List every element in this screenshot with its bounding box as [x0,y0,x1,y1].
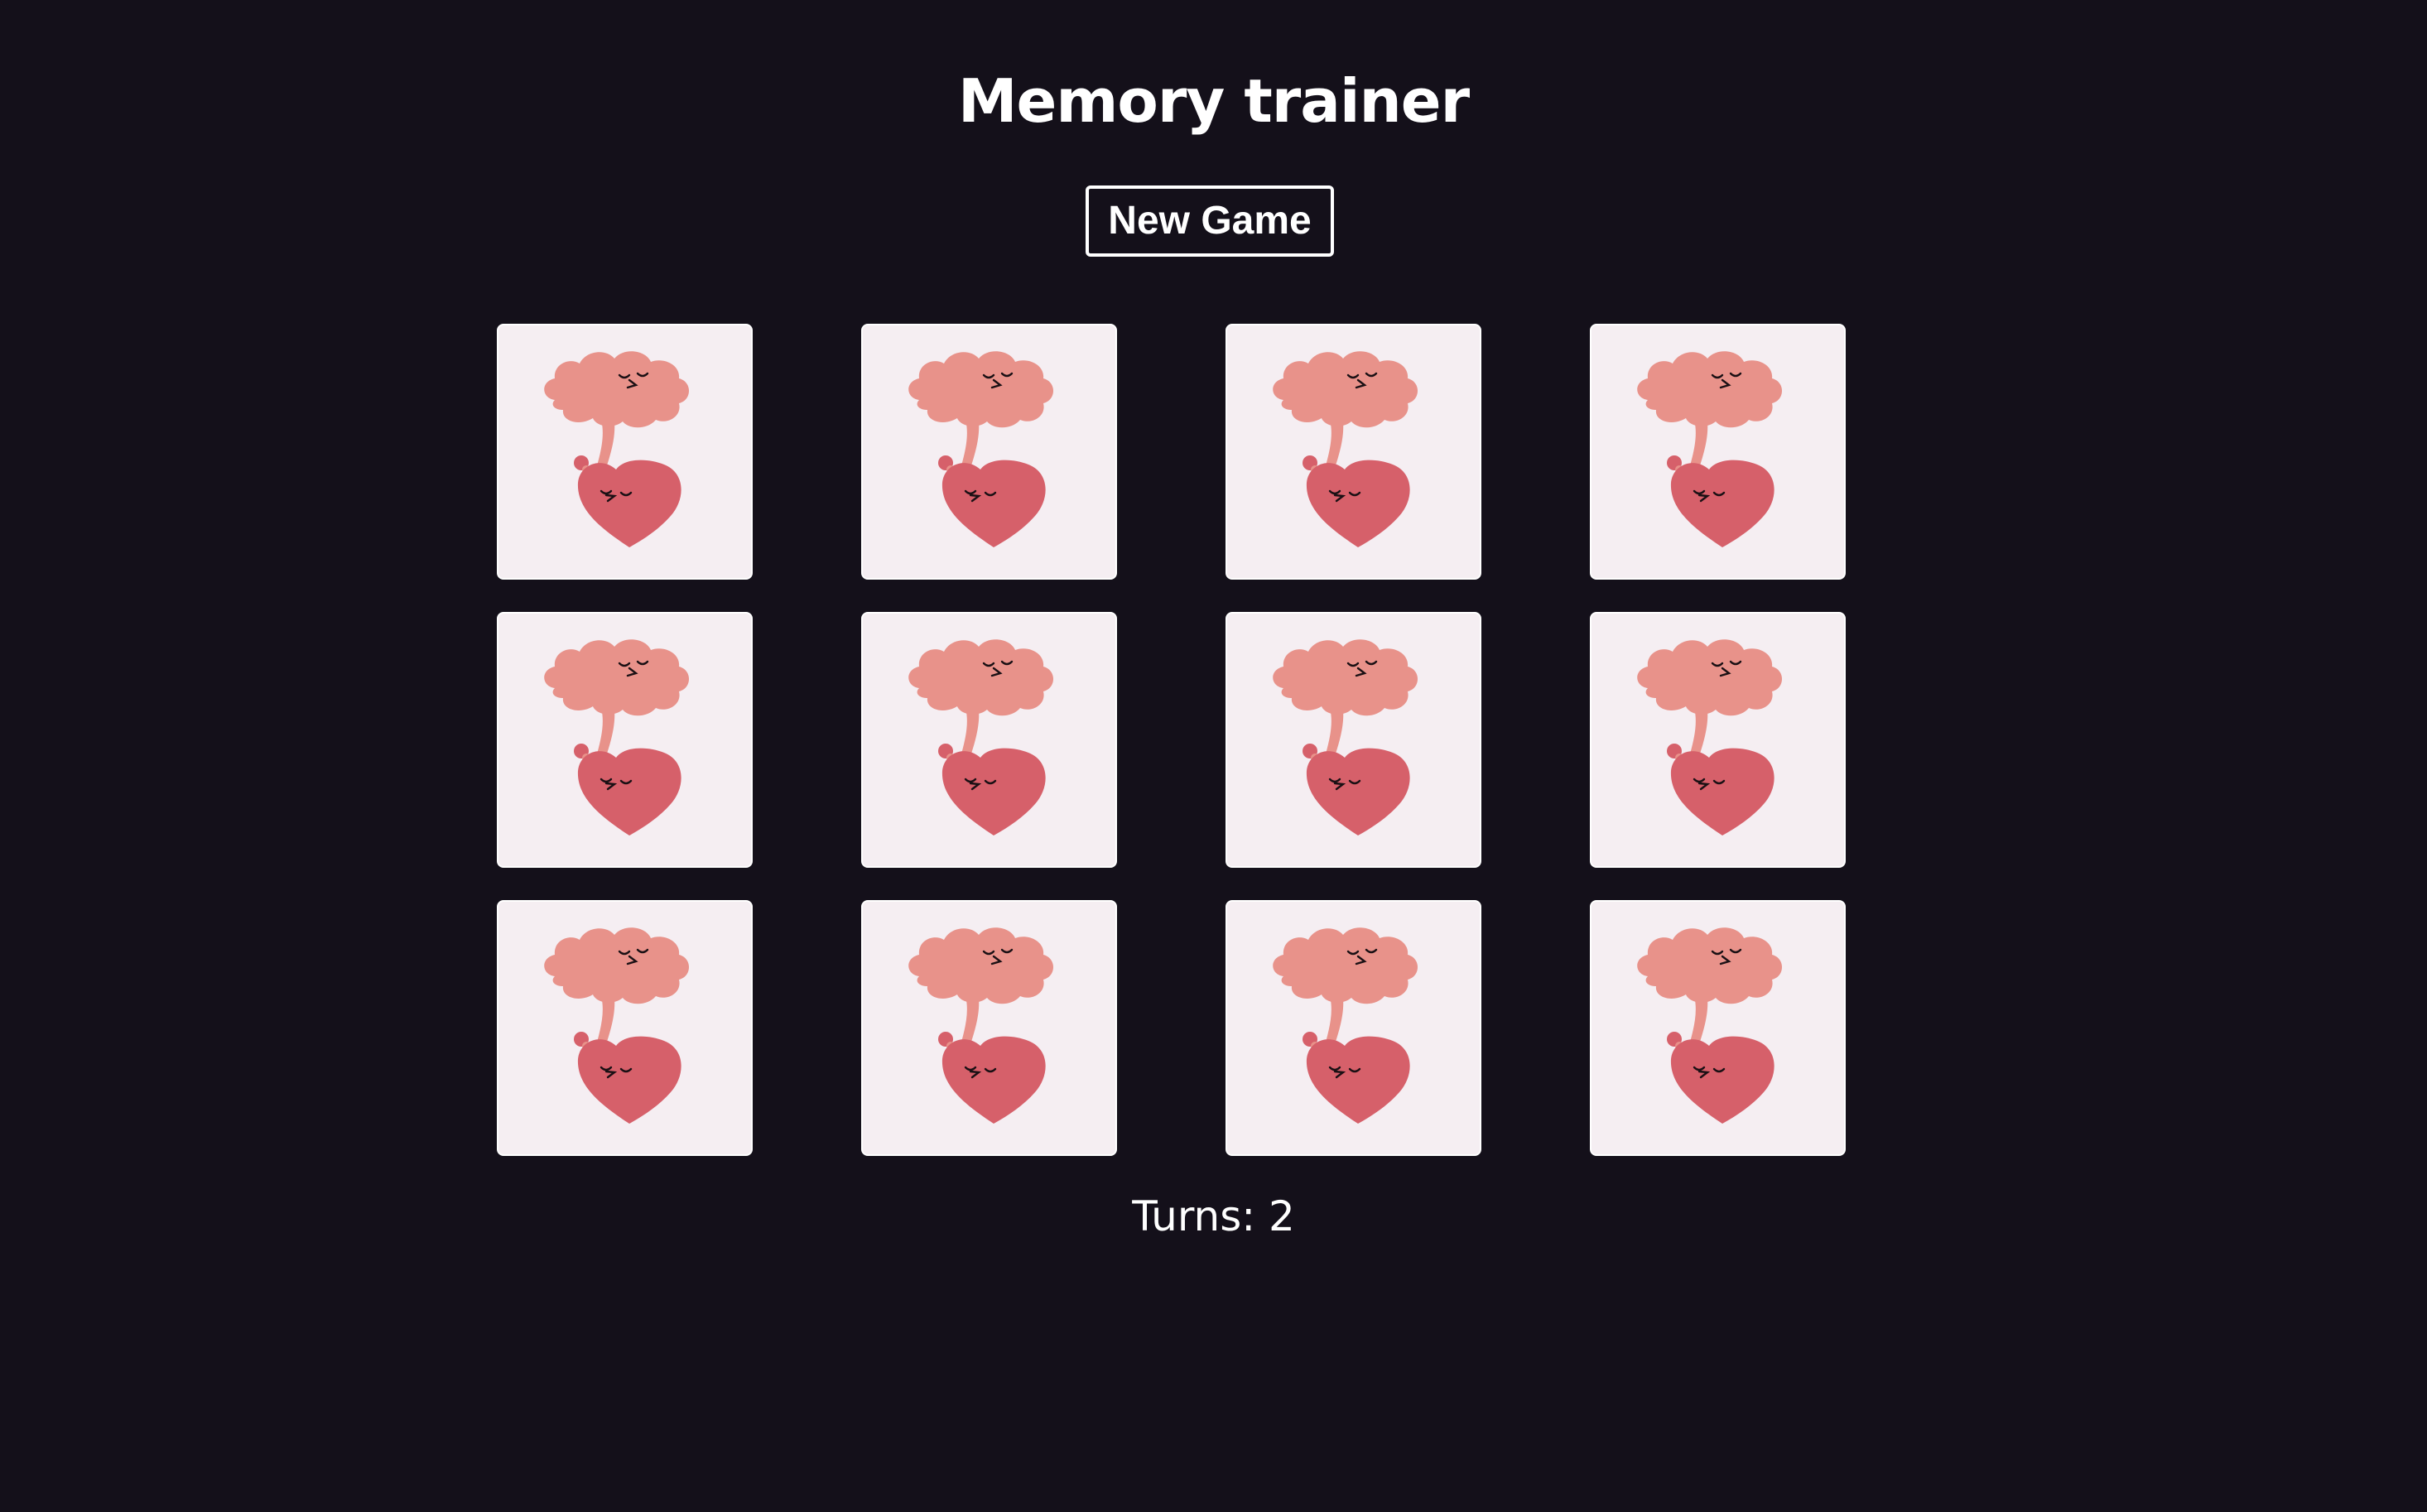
heart-shape [1670,748,1775,835]
brain-shape [908,927,1053,1059]
brain-heart-icon [1615,917,1822,1140]
brain-heart-icon [1615,628,1822,852]
brain-heart-icon [522,628,729,852]
brain-shape [1272,350,1418,483]
heart-shape [577,748,681,835]
heart-shape [941,1036,1046,1124]
brain-heart-icon [1250,917,1457,1140]
heart-shape [1670,460,1775,547]
brain-heart-icon [886,628,1093,852]
brain-shape [908,350,1053,483]
heart-shape [941,460,1046,547]
brain-shape [543,638,689,771]
card-11[interactable] [1226,900,1481,1156]
brain-shape [1636,350,1782,483]
heart-shape [1306,460,1410,547]
brain-shape [543,350,689,483]
card-4[interactable] [1590,324,1846,580]
brain-shape [1272,927,1418,1059]
card-9[interactable] [497,900,753,1156]
brain-shape [908,638,1053,771]
brain-heart-icon [522,340,729,564]
brain-heart-icon [886,340,1093,564]
card-12[interactable] [1590,900,1846,1156]
brain-shape [543,927,689,1059]
heart-shape [577,460,681,547]
brain-heart-icon [522,917,729,1140]
card-5[interactable] [497,612,753,868]
brain-heart-icon [1615,340,1822,564]
card-2[interactable] [861,324,1117,580]
heart-shape [1670,1036,1775,1124]
brain-shape [1636,927,1782,1059]
card-3[interactable] [1226,324,1481,580]
brain-heart-icon [886,917,1093,1140]
page-title: Memory trainer [957,66,1470,136]
card-10[interactable] [861,900,1117,1156]
card-6[interactable] [861,612,1117,868]
turns-counter: Turns: 2 [1132,1192,1295,1240]
card-grid [497,324,1847,1156]
brain-shape [1272,638,1418,771]
brain-heart-icon [1250,340,1457,564]
heart-shape [577,1036,681,1124]
card-8[interactable] [1590,612,1846,868]
new-game-button[interactable]: New Game [1086,185,1334,257]
card-1[interactable] [497,324,753,580]
brain-shape [1636,638,1782,771]
brain-heart-icon [1250,628,1457,852]
heart-shape [941,748,1046,835]
heart-shape [1306,748,1410,835]
heart-shape [1306,1036,1410,1124]
card-7[interactable] [1226,612,1481,868]
